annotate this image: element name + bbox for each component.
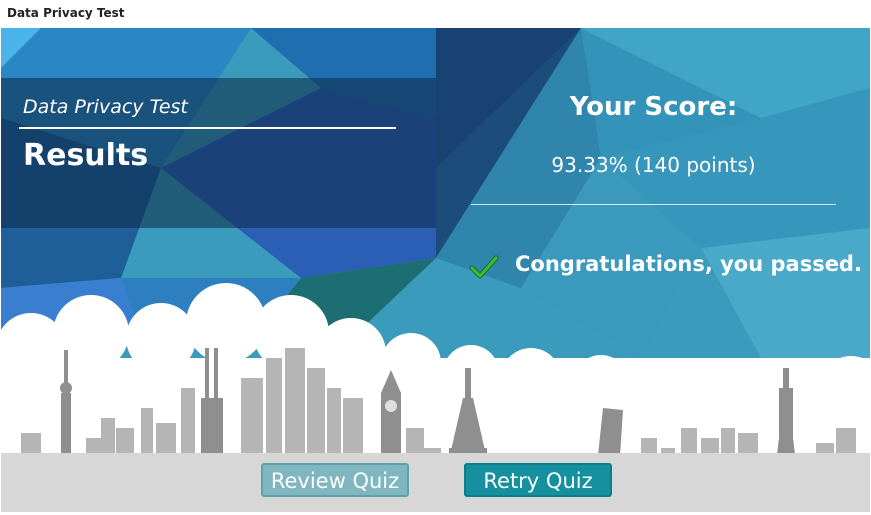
window-title: Data Privacy Test [7, 6, 125, 20]
ground-strip [1, 453, 870, 512]
quiz-results-window: Data Privacy Test Data Privacy Test Resu… [0, 0, 871, 515]
results-slide: Data Privacy Test Results Your Score: 93… [1, 28, 870, 512]
pass-message: Congratulations, you passed. [515, 252, 862, 276]
retry-quiz-button[interactable]: Retry Quiz [464, 463, 612, 497]
title-bar: Data Privacy Test [0, 0, 871, 28]
review-quiz-button[interactable]: Review Quiz [261, 463, 409, 497]
title-divider [19, 127, 396, 129]
results-heading: Results [23, 138, 149, 173]
score-divider [471, 204, 836, 205]
score-heading: Your Score: [569, 92, 738, 122]
quiz-name: Data Privacy Test [23, 96, 188, 118]
score-value: 93.33% (140 points) [551, 153, 756, 177]
